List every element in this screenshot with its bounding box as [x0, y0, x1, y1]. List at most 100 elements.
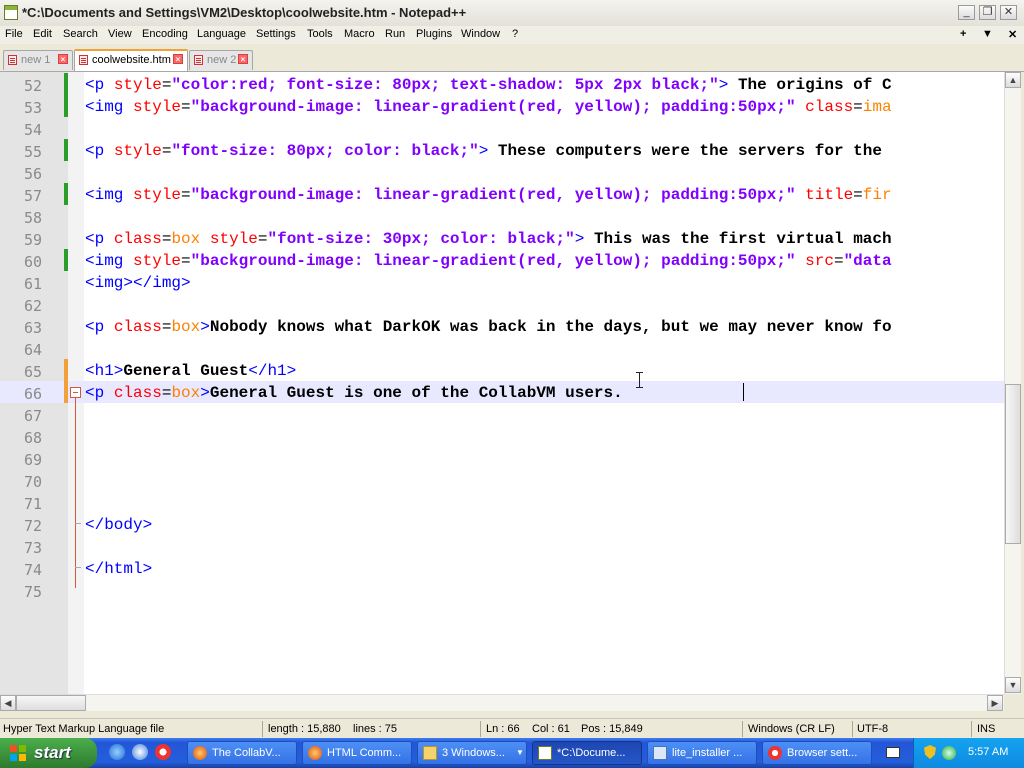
- code-token: <p: [85, 76, 114, 94]
- menu-window[interactable]: Window: [461, 28, 500, 40]
- code-line[interactable]: 65 <h1>General Guest</h1>: [0, 359, 1004, 381]
- ibeam-cursor-icon: [636, 372, 644, 388]
- code-line[interactable]: 62: [0, 293, 1004, 315]
- code-token: </h1>: [248, 362, 297, 380]
- code-token: =: [853, 186, 863, 204]
- tab-coolwebsite[interactable]: coolwebsite.htm ×: [74, 49, 188, 71]
- code-text: <img style="background-image: linear-gra…: [85, 98, 892, 116]
- code-token: "font-size: 80px; color: black;": [171, 142, 479, 160]
- close-button[interactable]: ✕: [1000, 5, 1017, 20]
- fold-collapse-icon[interactable]: [70, 387, 81, 398]
- security-shield-icon[interactable]: [924, 745, 936, 759]
- minimize-button[interactable]: _: [958, 5, 975, 20]
- new-document-plus-icon[interactable]: +: [960, 28, 966, 40]
- tab-new-1[interactable]: new 1 ×: [3, 50, 73, 70]
- document-tab-bar: new 1 × coolwebsite.htm × new 2 ×: [0, 44, 1024, 72]
- taskbar-item[interactable]: The CollabV...: [187, 741, 297, 765]
- tab-close-icon[interactable]: ×: [173, 54, 183, 64]
- menu-run[interactable]: Run: [385, 28, 405, 40]
- menu-search[interactable]: Search: [63, 28, 98, 40]
- code-line[interactable]: 55 <p style="font-size: 80px; color: blac…: [0, 139, 1004, 161]
- code-token: src: [805, 252, 834, 270]
- tab-close-icon[interactable]: ×: [238, 54, 248, 64]
- code-line[interactable]: 73: [0, 535, 1004, 557]
- code-line[interactable]: 58: [0, 205, 1004, 227]
- code-line[interactable]: 69: [0, 447, 1004, 469]
- status-divider: [480, 721, 481, 737]
- line-number: 62: [23, 297, 42, 315]
- internet-explorer-icon[interactable]: [109, 744, 125, 760]
- vertical-scrollbar[interactable]: ▲ ▼: [1004, 72, 1021, 694]
- status-bar: Hyper Text Markup Language file length :…: [0, 718, 1024, 739]
- code-token: >: [200, 384, 210, 402]
- menu-macro[interactable]: Macro: [344, 28, 375, 40]
- menu-edit[interactable]: Edit: [33, 28, 52, 40]
- scroll-left-arrow-icon[interactable]: ◀: [0, 695, 16, 711]
- taskbar-item[interactable]: 3 Windows... ▼: [417, 741, 527, 765]
- code-line[interactable]: 67: [0, 403, 1004, 425]
- menu-encoding[interactable]: Encoding: [142, 28, 188, 40]
- code-line[interactable]: 54: [0, 117, 1004, 139]
- code-line[interactable]: 74 </html>: [0, 557, 1004, 579]
- keyboard-icon[interactable]: [886, 747, 900, 758]
- tab-close-icon[interactable]: ×: [58, 54, 68, 64]
- code-line[interactable]: 53 <img style="background-image: linear-g…: [0, 95, 1004, 117]
- code-line[interactable]: 56: [0, 161, 1004, 183]
- code-line[interactable]: 63 <p class=box>Nobody knows what DarkOK …: [0, 315, 1004, 337]
- code-line[interactable]: 64: [0, 337, 1004, 359]
- change-history-marker: [64, 381, 68, 403]
- menu-language[interactable]: Language: [197, 28, 246, 40]
- code-line[interactable]: 59 <p class=box style="font-size: 30px; c…: [0, 227, 1004, 249]
- menu-tools[interactable]: Tools: [307, 28, 333, 40]
- menu-bar: File Edit Search View Encoding Language …: [0, 26, 1024, 44]
- restore-button[interactable]: ❐: [979, 5, 996, 20]
- code-line[interactable]: 75: [0, 579, 1004, 601]
- taskbar-item-active[interactable]: *C:\Docume...: [532, 741, 642, 765]
- menu-settings[interactable]: Settings: [256, 28, 296, 40]
- code-text: <h1>General Guest</h1>: [85, 362, 296, 380]
- unsaved-file-icon: [194, 55, 203, 65]
- vertical-scroll-thumb[interactable]: [1005, 384, 1021, 544]
- taskbar-item[interactable]: HTML Comm...: [302, 741, 412, 765]
- title-bar[interactable]: *C:\Documents and Settings\VM2\Desktop\c…: [0, 0, 1024, 27]
- yandex-quicklaunch-icon[interactable]: [155, 744, 171, 760]
- start-button[interactable]: start: [0, 738, 97, 768]
- code-line[interactable]: 70: [0, 469, 1004, 491]
- menu-plugins[interactable]: Plugins: [416, 28, 452, 40]
- horizontal-scroll-thumb[interactable]: [16, 695, 86, 711]
- code-line[interactable]: 57 <img style="background-image: linear-g…: [0, 183, 1004, 205]
- code-token: <img></img>: [85, 274, 191, 292]
- taskbar-item[interactable]: lite_installer ...: [647, 741, 757, 765]
- close-document-icon[interactable]: ✕: [1008, 28, 1017, 41]
- code-line[interactable]: 72 </body>: [0, 513, 1004, 535]
- code-line[interactable]: 66 <p class=box>General Guest is one of t…: [0, 381, 1004, 403]
- menu-file[interactable]: File: [5, 28, 23, 40]
- network-icon[interactable]: [942, 746, 956, 760]
- code-line[interactable]: 60 <img style="background-image: linear-g…: [0, 249, 1004, 271]
- scroll-up-arrow-icon[interactable]: ▲: [1005, 72, 1021, 88]
- menu-help[interactable]: ?: [512, 28, 518, 40]
- taskbar-item[interactable]: Browser sett...: [762, 741, 872, 765]
- code-line[interactable]: 61 <img></img>: [0, 271, 1004, 293]
- line-number: 61: [23, 275, 42, 293]
- menu-view[interactable]: View: [108, 28, 132, 40]
- code-line[interactable]: 68: [0, 425, 1004, 447]
- code-token: style: [133, 186, 182, 204]
- tab-new-2[interactable]: new 2 ×: [189, 50, 253, 70]
- code-editor[interactable]: 52 <p style="color:red; font-size: 80px; …: [0, 72, 1004, 694]
- code-token: This was the first virtual mach: [584, 230, 892, 248]
- clock[interactable]: 5:57 AM: [968, 746, 1008, 758]
- taskbar-item-label: Browser sett...: [787, 747, 858, 759]
- line-number: 68: [23, 429, 42, 447]
- scroll-down-arrow-icon[interactable]: ▼: [1005, 677, 1021, 693]
- browser-quicklaunch-icon[interactable]: [132, 744, 148, 760]
- notepadpp-app-icon[interactable]: [4, 5, 18, 20]
- code-line[interactable]: 52 <p style="color:red; font-size: 80px; …: [0, 73, 1004, 95]
- unsaved-file-icon: [8, 55, 17, 65]
- code-text: <p style="font-size: 80px; color: black;…: [85, 142, 882, 160]
- list-documents-chevron-icon[interactable]: ▼: [982, 28, 993, 40]
- scroll-right-arrow-icon[interactable]: ▶: [987, 695, 1003, 711]
- horizontal-scrollbar[interactable]: ◀ ▶: [0, 694, 1004, 711]
- code-line[interactable]: 71: [0, 491, 1004, 513]
